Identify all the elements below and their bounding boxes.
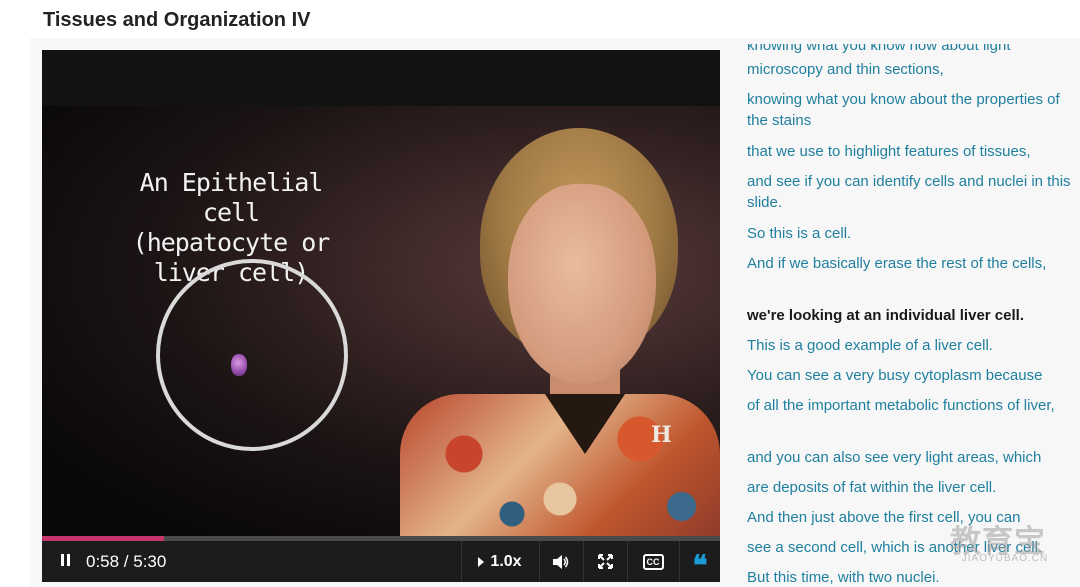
transcript-line[interactable]: This is a good example of a liver cell. — [747, 335, 1077, 356]
speed-label: 1.0x — [490, 552, 522, 570]
volume-button[interactable] — [540, 541, 582, 582]
channel-logo: H — [651, 422, 672, 448]
speed-button[interactable]: 1.0x — [462, 541, 538, 582]
transcript-panel[interactable]: knowing what you know now about light mic… — [747, 44, 1080, 587]
quote-icon: ❝ — [692, 549, 708, 582]
fullscreen-button[interactable] — [584, 541, 626, 582]
transcript-line[interactable]: knowing what you know now about light — [747, 44, 1077, 56]
transcript-line[interactable]: And if we basically erase the rest of th… — [747, 253, 1077, 274]
closed-captions-button[interactable]: CC — [628, 541, 678, 582]
transcript-line[interactable]: of all the important metabolic functions… — [747, 395, 1077, 416]
page-title: Tissues and Organization IV — [43, 9, 311, 31]
fullscreen-icon — [597, 554, 613, 569]
transcript-line[interactable]: are deposits of fat within the liver cel… — [747, 477, 1077, 498]
liver-cell-image — [231, 354, 247, 376]
transcript-line[interactable]: knowing what you know about the properti… — [747, 89, 1077, 131]
transcript-line[interactable]: You can see a very busy cytoplasm becaus… — [747, 365, 1077, 386]
transcript-line-current[interactable]: we're looking at an individual liver cel… — [747, 305, 1077, 326]
watermark-url: JIAOYUBAO.CN — [961, 553, 1049, 564]
transcript-line[interactable]: that we use to highlight features of tis… — [747, 141, 1077, 162]
transcript-line[interactable]: and see if you can identify cells and nu… — [747, 171, 1077, 213]
transcript-line[interactable]: So this is a cell. — [747, 223, 1077, 244]
time-display: 0:58 / 5:30 — [86, 552, 167, 571]
transcript-line[interactable]: microscopy and thin sections, — [747, 59, 1077, 80]
transcript-line[interactable]: But this time, with two nuclei. — [747, 567, 1077, 587]
cell-highlight-circle — [156, 259, 348, 451]
overlay-title-line1: An Epithelial cell — [139, 168, 324, 227]
transcript-line[interactable]: and you can also see very light areas, w… — [747, 447, 1077, 468]
video-controls: 0:58 / 5:30 1.0x CC ❝ — [42, 541, 720, 582]
presenter — [380, 128, 720, 536]
pause-button[interactable] — [50, 541, 80, 582]
letterbox-top — [42, 50, 720, 106]
video-player[interactable]: An Epithelial cell (hepatocyte or liver … — [42, 50, 720, 582]
volume-icon — [553, 554, 569, 569]
play-triangle-icon — [478, 556, 485, 567]
presenter-face — [508, 184, 656, 384]
transcript-toggle-button[interactable]: ❝ — [680, 541, 720, 582]
cc-icon: CC — [642, 553, 664, 570]
pause-icon — [59, 553, 71, 571]
